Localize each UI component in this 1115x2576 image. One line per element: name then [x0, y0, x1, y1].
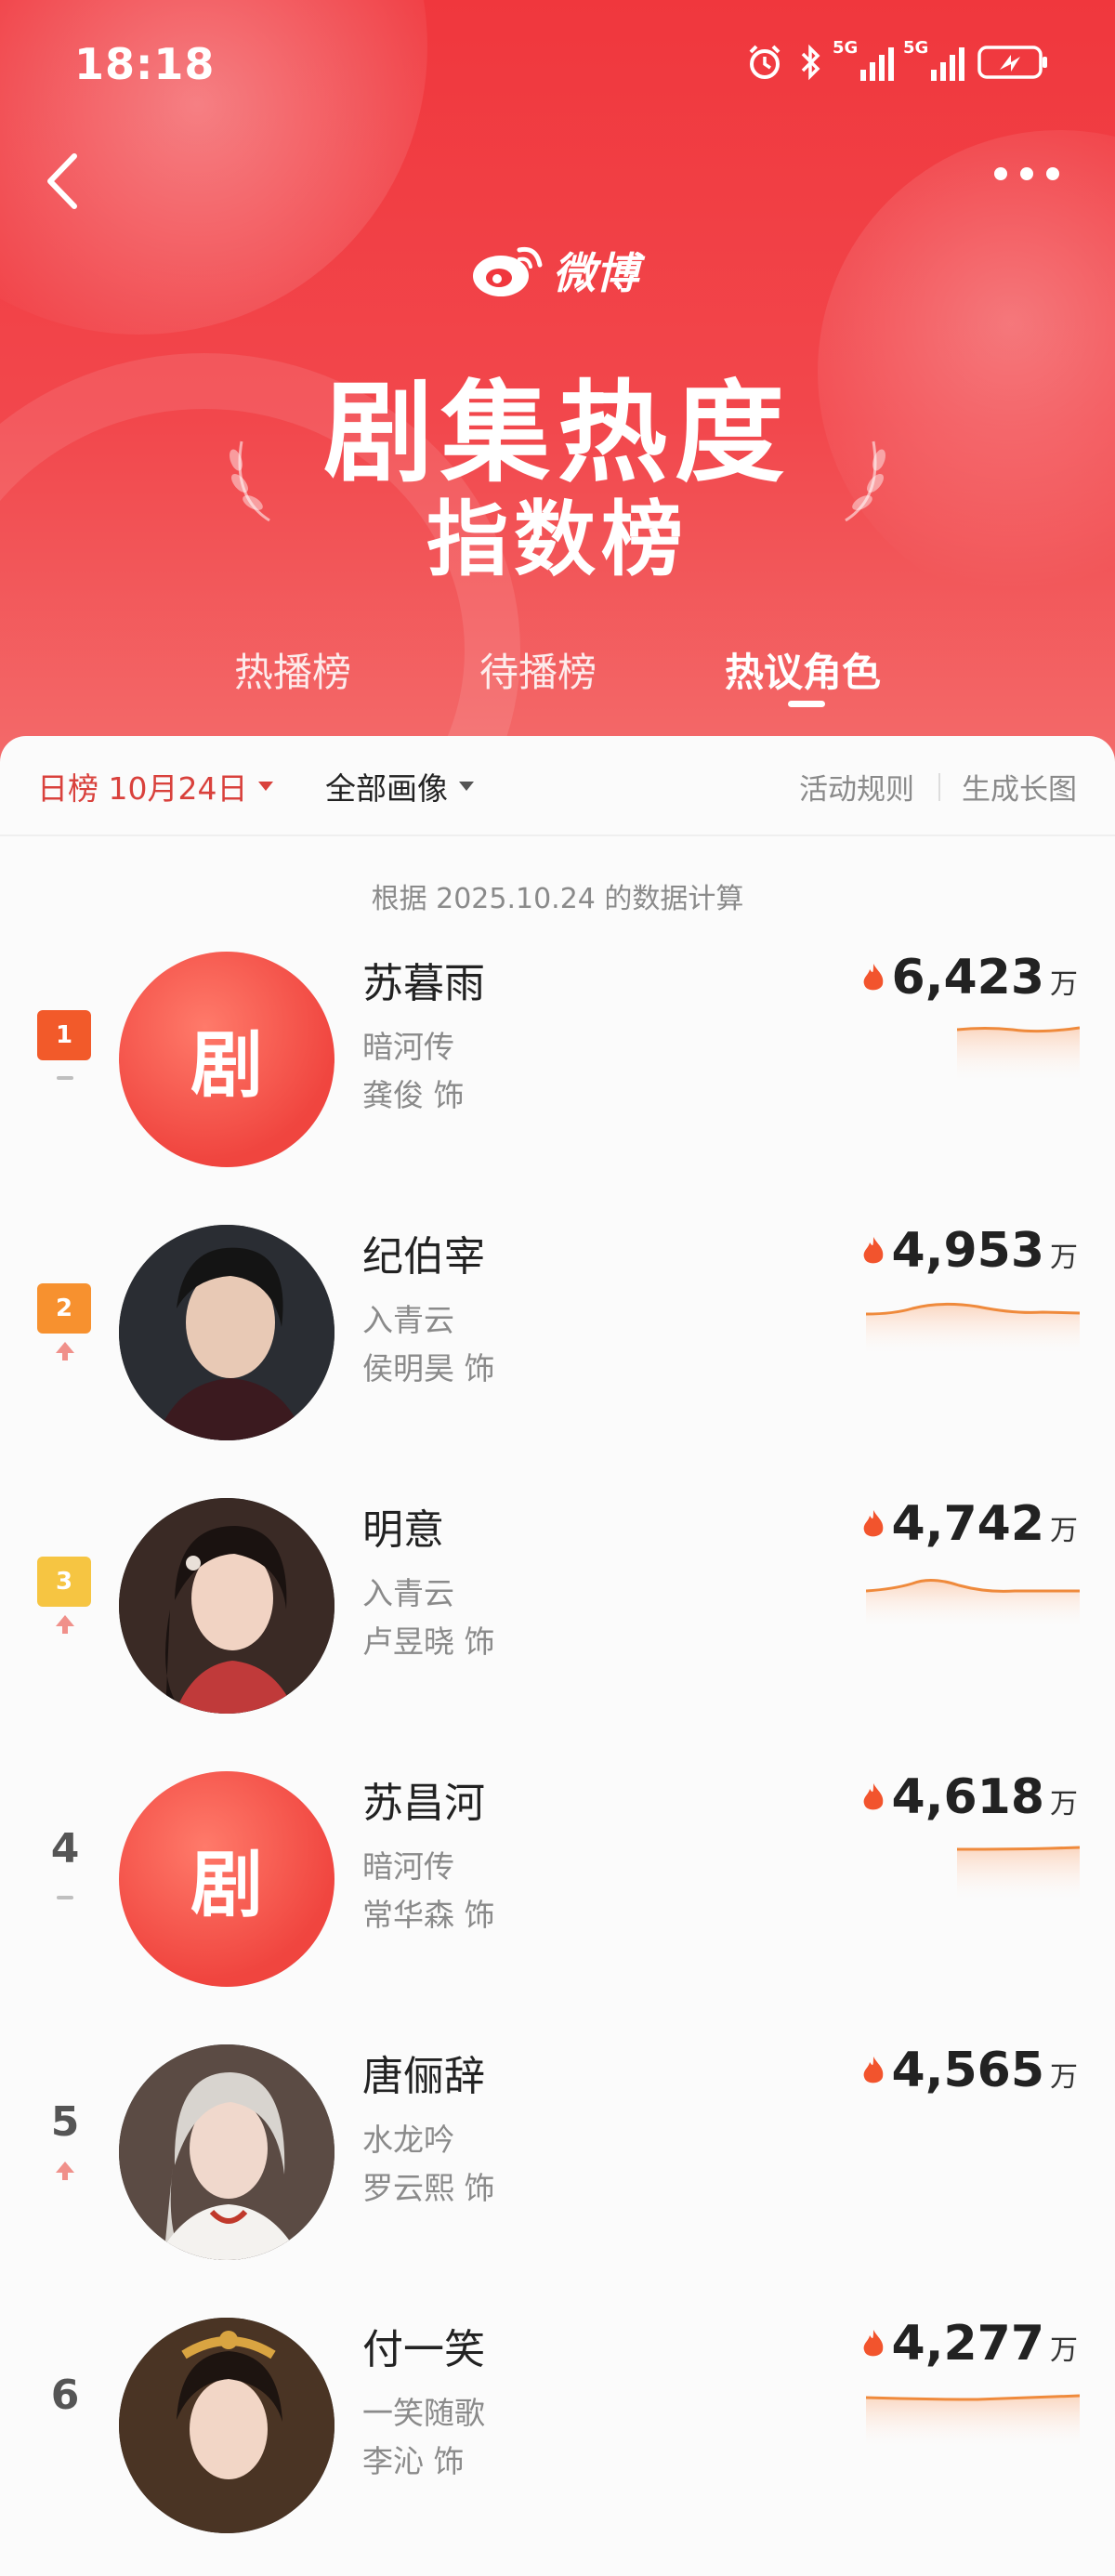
- trend-sparkline: [866, 2394, 1080, 2446]
- flame-icon: [863, 1783, 883, 1810]
- drama-title: 一笑随歌: [362, 2395, 485, 2431]
- alarm-icon: [749, 45, 780, 79]
- signal-5g-icon-1: 5G: [833, 38, 894, 81]
- heat-value: 4,565 万: [860, 2043, 1078, 2098]
- ranking-row[interactable]: 3 明意 入青云 卢昱晓 饰 4,742 万: [0, 1487, 1115, 1756]
- status-time: 18:18: [74, 39, 216, 89]
- portrait-image: [119, 2044, 334, 2260]
- avatar[interactable]: [119, 1498, 334, 1714]
- tab-upcoming[interactable]: 待播榜: [479, 641, 597, 698]
- active-tab-indicator: [788, 701, 825, 707]
- portrait-filter-dropdown[interactable]: 全部画像: [325, 764, 474, 808]
- character-name[interactable]: 唐俪辞: [362, 2043, 485, 2102]
- portrait-image: [119, 1225, 334, 1440]
- generate-long-image-link[interactable]: 生成长图: [962, 766, 1077, 808]
- ranking-row[interactable]: 1 剧 苏暮雨 暗河传 龚俊 饰 6,423 万: [0, 940, 1115, 1210]
- rank-badge: 2: [37, 1283, 91, 1334]
- actor-name: 卢昱晓 饰: [362, 1623, 495, 1660]
- rank-number: 6: [50, 2372, 80, 2419]
- ranking-row[interactable]: 2 纪伯宰 入青云 侯明昊 饰 4,953 万: [0, 1214, 1115, 1483]
- heat-value: 4,277 万: [860, 2316, 1078, 2372]
- laurel-left-icon: [230, 440, 270, 522]
- heat-value: 6,423 万: [860, 950, 1078, 1005]
- drama-title: 水龙吟: [362, 2122, 454, 2158]
- avatar[interactable]: 剧: [119, 952, 334, 1167]
- flame-icon: [863, 964, 883, 991]
- signal-5g-icon-2: 5G: [903, 38, 964, 81]
- avatar[interactable]: [119, 2044, 334, 2260]
- trend-sparkline: [866, 1579, 1080, 1626]
- ranking-panel: 日榜 10月24日 全部画像 活动规则 生成长图 根据 2025.10.24 的…: [0, 736, 1115, 2533]
- status-bar: 18:18 5G 5G: [0, 0, 1115, 130]
- ranking-row[interactable]: 4 剧 苏昌河 暗河传 常华森 饰 4,618 万: [0, 1760, 1115, 2030]
- page-subtitle: 指数榜: [426, 492, 689, 587]
- date-filter-dropdown[interactable]: 日榜 10月24日: [37, 764, 274, 808]
- portrait-image: [119, 2318, 334, 2533]
- character-name[interactable]: 苏暮雨: [362, 950, 485, 1009]
- heat-value: 4,953 万: [860, 1223, 1078, 1279]
- heat-value: 4,618 万: [860, 1769, 1078, 1825]
- avatar-placeholder-text: 剧: [190, 1024, 263, 1108]
- battery-charging-icon: [977, 46, 1047, 79]
- character-name[interactable]: 付一笑: [362, 2316, 485, 2375]
- avatar[interactable]: 剧: [119, 1771, 334, 1987]
- laurel-right-icon: [845, 440, 885, 522]
- avatar-placeholder-text: 剧: [190, 1844, 263, 1927]
- trend-sparkline: [957, 1846, 1080, 1899]
- actor-name: 龚俊 饰: [362, 1077, 465, 1113]
- drama-title: 入青云: [362, 1575, 454, 1611]
- chevron-down-icon: [258, 782, 274, 791]
- rank-badge: 1: [37, 1010, 91, 1060]
- flame-icon: [863, 1237, 883, 1264]
- character-name[interactable]: 苏昌河: [362, 1769, 485, 1829]
- activity-rules-link[interactable]: 活动规则: [799, 766, 914, 808]
- avatar[interactable]: [119, 2318, 334, 2533]
- rank-badge: 3: [37, 1557, 91, 1607]
- filter-bar: 日榜 10月24日 全部画像 活动规则 生成长图: [0, 736, 1115, 836]
- flame-icon: [863, 1510, 883, 1537]
- trend-flat-icon: [57, 1076, 73, 1080]
- trend-up-icon: [56, 1342, 74, 1353]
- trend-up-icon: [56, 2162, 74, 2173]
- more-options-button[interactable]: [994, 167, 1059, 180]
- portrait-image: [119, 1498, 334, 1714]
- back-button[interactable]: [37, 149, 93, 214]
- ranking-row[interactable]: 6 付一笑 一笑随歌 李沁 饰 4,277 万: [0, 2307, 1115, 2576]
- flame-icon: [863, 2057, 883, 2083]
- portrait-filter-label: 全部画像: [325, 770, 448, 807]
- divider: [938, 773, 940, 801]
- actor-name: 李沁 饰: [362, 2443, 465, 2479]
- ranking-row[interactable]: 5 唐俪辞 水龙吟 罗云熙 饰 4,565 万: [0, 2033, 1115, 2303]
- rank-number: 4: [50, 1825, 80, 1873]
- drama-title: 入青云: [362, 1302, 454, 1338]
- rank-tabs: 热播榜 待播榜 热议角色: [0, 641, 1115, 716]
- flame-icon: [863, 2330, 883, 2357]
- character-name[interactable]: 明意: [362, 1496, 444, 1556]
- trend-up-icon: [56, 1615, 74, 1626]
- character-name[interactable]: 纪伯宰: [362, 1223, 485, 1282]
- trend-flat-icon: [57, 1896, 73, 1899]
- chevron-down-icon: [459, 782, 474, 791]
- tab-now-airing[interactable]: 热播榜: [234, 641, 351, 698]
- trend-sparkline: [957, 1026, 1080, 1080]
- drama-title: 暗河传: [362, 1848, 454, 1885]
- actor-name: 常华森 饰: [362, 1897, 495, 1933]
- header-banner: 18:18 5G 5G 微博 剧集热度 指数榜 热播榜 待播榜 热议角色: [0, 0, 1115, 762]
- date-filter-label: 日榜 10月24日: [37, 770, 248, 807]
- weibo-eye-icon: [473, 246, 543, 296]
- trend-sparkline: [866, 1302, 1080, 1353]
- calculation-note: 根据 2025.10.24 的数据计算: [371, 883, 744, 915]
- weibo-logo: 微博: [469, 240, 638, 301]
- actor-name: 罗云熙 饰: [362, 2170, 495, 2206]
- actor-name: 侯明昊 饰: [362, 1350, 495, 1387]
- avatar[interactable]: [119, 1225, 334, 1440]
- rank-number: 5: [50, 2098, 80, 2146]
- heat-value: 4,742 万: [860, 1496, 1078, 1552]
- bluetooth-icon: [801, 44, 820, 81]
- logo-text: 微博: [553, 248, 638, 298]
- tab-hot-characters[interactable]: 热议角色: [725, 641, 881, 698]
- drama-title: 暗河传: [362, 1029, 454, 1065]
